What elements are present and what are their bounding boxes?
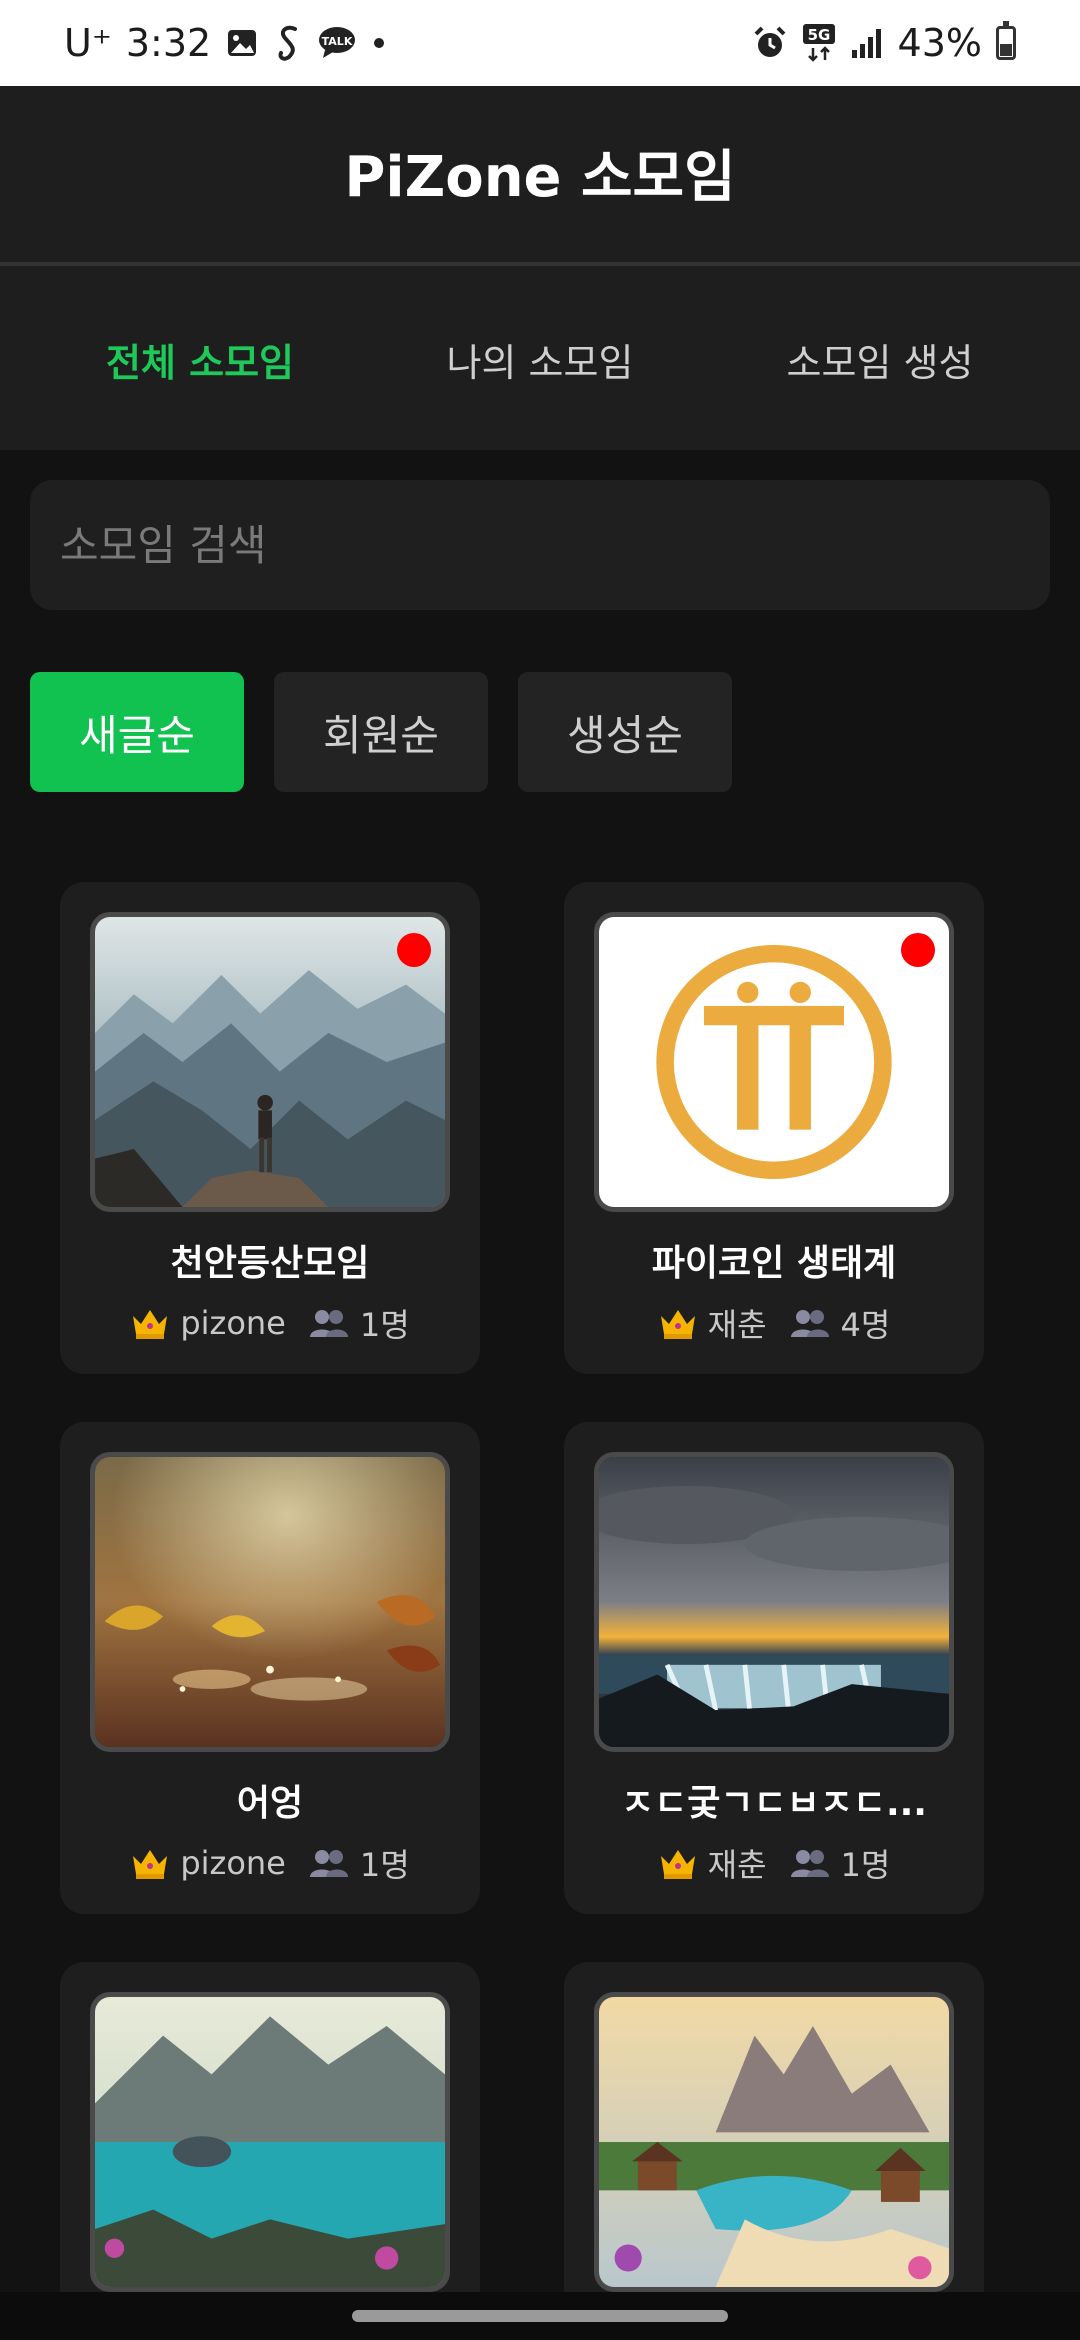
sort-newest-button[interactable]: 새글순 <box>30 672 244 792</box>
members-icon <box>308 1847 350 1879</box>
group-meta: pizone 1명 <box>60 1300 480 1346</box>
group-card[interactable]: 파이코인 생태계 재춘 4명 <box>564 882 984 1374</box>
members-icon <box>789 1307 831 1339</box>
status-time: 3:32 <box>125 21 212 65</box>
search-input[interactable] <box>60 480 1020 610</box>
member-count: 1명 <box>359 1846 410 1884</box>
search-box <box>30 480 1050 610</box>
group-meta: 재춘 4명 <box>564 1300 984 1346</box>
talk-icon: TALK <box>317 26 357 60</box>
carrier-label: U⁺ <box>64 21 112 65</box>
gallery-icon <box>225 26 259 60</box>
members-icon <box>789 1847 831 1879</box>
group-thumbnail <box>594 1992 954 2292</box>
group-card[interactable] <box>564 1962 984 2340</box>
group-owner: 재춘 <box>707 1846 767 1884</box>
signal-icon <box>850 26 884 60</box>
tab-my-groups[interactable]: 나의 소모임 <box>370 332 710 387</box>
group-meta: 재춘 1명 <box>564 1840 984 1886</box>
group-meta: pizone 1명 <box>60 1840 480 1886</box>
group-card[interactable]: 어엉 pizone 1명 <box>60 1422 480 1914</box>
tab-bar: 전체 소모임 나의 소모임 소모임 생성 <box>0 266 1080 450</box>
group-owner: 재춘 <box>707 1306 767 1344</box>
dot-icon <box>371 35 387 51</box>
group-title: 파이코인 생태계 <box>651 1243 897 1284</box>
group-owner: pizone <box>180 1304 286 1342</box>
sort-members-button[interactable]: 회원순 <box>274 672 488 792</box>
battery-percent: 43% <box>897 21 982 65</box>
status-bar: U⁺ 3:32 TALK 5G 43% <box>0 0 1080 86</box>
group-title: 천안등산모임 <box>170 1243 370 1284</box>
tab-all-groups[interactable]: 전체 소모임 <box>30 332 370 387</box>
group-title: 어엉 <box>236 1783 304 1824</box>
battery-icon <box>996 21 1016 60</box>
group-thumbnail <box>594 912 954 1212</box>
tab-create-group[interactable]: 소모임 생성 <box>710 332 1050 387</box>
battery-fill <box>1000 43 1012 56</box>
svg-text:TALK: TALK <box>322 35 353 48</box>
group-title: ㅈㄷ궃ㄱㄷㅂㅈㄷ... <box>621 1783 927 1824</box>
group-thumbnail <box>90 1992 450 2292</box>
group-thumbnail <box>90 912 450 1212</box>
network-label: 5G <box>807 26 830 44</box>
alarm-icon <box>752 25 788 61</box>
group-thumbnail <box>594 1452 954 1752</box>
gesture-nav-bar <box>0 2292 1080 2340</box>
member-count: 4명 <box>840 1306 891 1344</box>
member-count: 1명 <box>359 1306 410 1344</box>
group-thumbnail <box>90 1452 450 1752</box>
member-count: 1명 <box>840 1846 891 1884</box>
sort-created-button[interactable]: 생성순 <box>518 672 732 792</box>
page-title: PiZone 소모임 <box>344 145 736 210</box>
group-card[interactable] <box>60 1962 480 2340</box>
crown-icon <box>658 1306 698 1340</box>
home-indicator[interactable] <box>352 2310 728 2322</box>
s-app-icon <box>273 23 303 63</box>
group-card[interactable]: ㅈㄷ궃ㄱㄷㅂㅈㄷ... 재춘 1명 <box>564 1422 984 1914</box>
crown-icon <box>658 1846 698 1880</box>
members-icon <box>308 1307 350 1339</box>
new-post-indicator <box>397 933 431 967</box>
new-post-indicator <box>901 933 935 967</box>
screen: U⁺ 3:32 TALK 5G 43% PiZone 소모임 전체 소모임 나의… <box>0 0 1080 2340</box>
crown-icon <box>130 1306 170 1340</box>
group-owner: pizone <box>180 1844 286 1882</box>
app-header: PiZone 소모임 <box>0 86 1080 262</box>
group-card[interactable]: 천안등산모임 pizone 1명 <box>60 882 480 1374</box>
5g-icon: 5G <box>802 22 836 64</box>
crown-icon <box>130 1846 170 1880</box>
